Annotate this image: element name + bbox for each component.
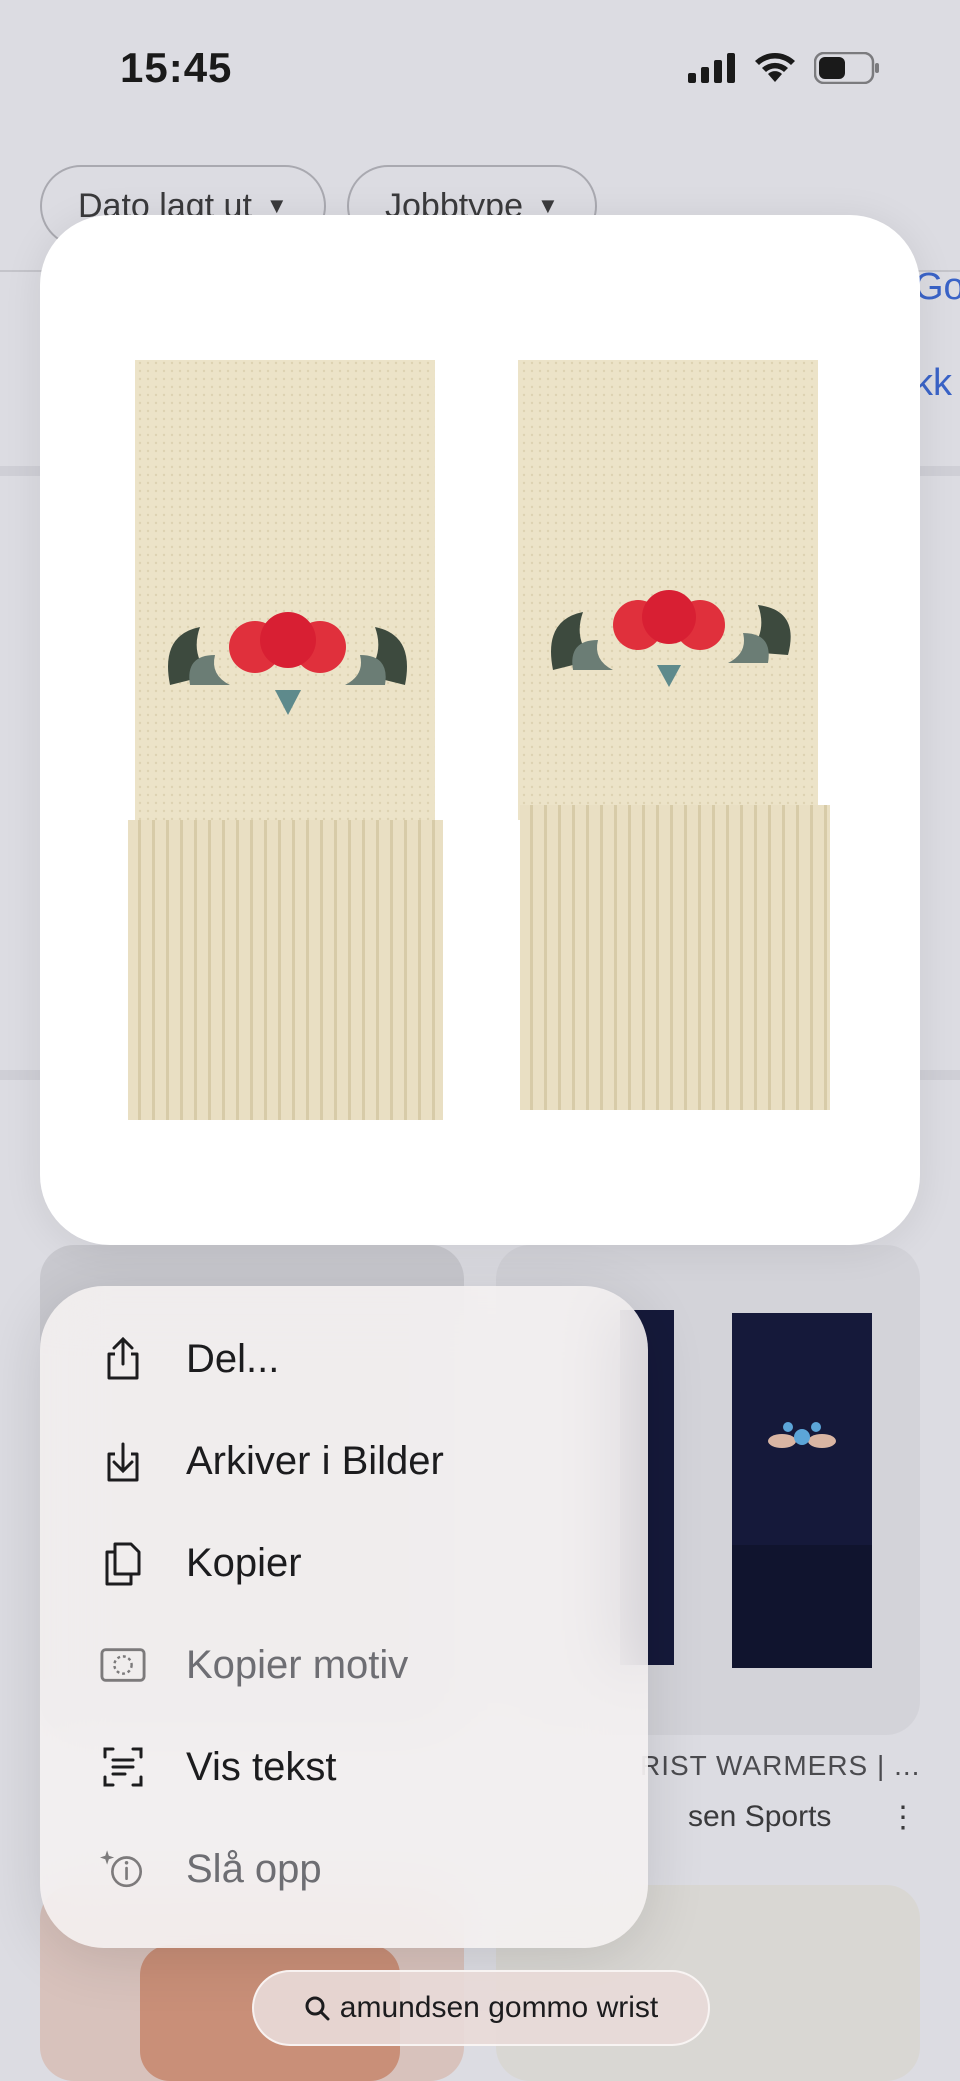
wrist-warmers-image xyxy=(128,360,830,1120)
menu-item-label: Kopier xyxy=(186,1540,302,1585)
menu-item-save-to-photos[interactable]: Arkiver i Bilder xyxy=(40,1410,648,1512)
menu-item-share[interactable]: Del... xyxy=(40,1308,648,1410)
menu-item-look-up[interactable]: Slå opp xyxy=(40,1818,648,1920)
status-time: 15:45 xyxy=(120,44,233,91)
result-title[interactable]: RIST WARMERS | ... xyxy=(640,1750,920,1782)
look-up-icon xyxy=(100,1846,146,1892)
context-menu: Del... Arkiver i Bilder Kopier Kopier mo… xyxy=(40,1286,648,1948)
menu-item-label: Vis tekst xyxy=(186,1744,337,1789)
menu-item-show-text[interactable]: Vis tekst xyxy=(40,1716,648,1818)
save-to-photos-icon xyxy=(100,1438,146,1484)
status-icons xyxy=(688,52,880,84)
menu-item-copy[interactable]: Kopier xyxy=(40,1512,648,1614)
share-icon xyxy=(100,1336,146,1382)
menu-item-label: Arkiver i Bilder xyxy=(186,1438,444,1483)
menu-item-copy-subject[interactable]: Kopier motiv xyxy=(40,1614,648,1716)
navy-wrist-warmer xyxy=(732,1313,872,1668)
search-query-pill[interactable]: amundsen gommo wrist xyxy=(252,1970,710,2046)
search-query-text: amundsen gommo wrist xyxy=(339,1991,659,2024)
image-preview[interactable] xyxy=(40,215,920,1245)
background-link[interactable]: Go xyxy=(914,266,960,309)
wifi-icon xyxy=(755,53,795,82)
battery-icon xyxy=(814,52,879,84)
search-icon xyxy=(305,1996,330,2021)
menu-item-label: Slå opp xyxy=(186,1846,322,1891)
copy-icon xyxy=(100,1540,146,1586)
menu-item-label: Del... xyxy=(186,1336,280,1381)
cellular-signal-icon xyxy=(688,53,735,83)
menu-item-label: Kopier motiv xyxy=(186,1642,409,1687)
embroidery-motif xyxy=(732,1422,872,1668)
copy-subject-icon xyxy=(100,1642,146,1688)
more-options-icon[interactable]: ⋮ xyxy=(888,1800,918,1835)
result-source: sen Sports xyxy=(688,1800,832,1833)
show-text-icon xyxy=(100,1744,146,1790)
